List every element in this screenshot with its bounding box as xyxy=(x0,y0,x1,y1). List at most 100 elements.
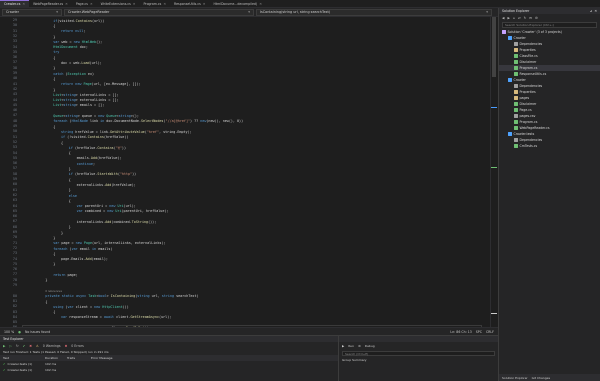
code-area[interactable]: if(visited.Contains(url)){return null;} v… xyxy=(22,17,482,327)
editor-vertical-scrollbar[interactable] xyxy=(490,17,498,327)
code-text: List<string> internalLinks = []; xyxy=(53,92,119,97)
cursor-position: Ln: 86 Ch: 13 xyxy=(450,329,472,334)
code-text: try xyxy=(53,50,60,55)
table-row[interactable]: ✔ Crawler.tests (1) 102 ms xyxy=(0,367,338,373)
tab-3[interactable]: WriteExtensions.cs ✕ xyxy=(97,0,140,8)
tree-item[interactable]: CmTests.cs xyxy=(499,143,600,149)
collapse-all-icon[interactable]: ⊟ xyxy=(529,16,532,20)
codelens-references[interactable]: 0 references xyxy=(45,289,62,293)
tab-run[interactable]: Run xyxy=(348,344,354,348)
run-icon[interactable]: ▷ xyxy=(9,344,11,348)
line-number: 68 xyxy=(12,224,17,229)
type-dropdown[interactable]: Crawler.WebPageReader ▾ xyxy=(64,8,254,16)
errors-count[interactable]: 0 Errors xyxy=(71,344,83,348)
type-dropdown-label: Crawler.WebPageReader xyxy=(68,10,110,14)
tree-item-label: Crawler xyxy=(513,36,526,40)
bug-icon: ⚙ xyxy=(358,343,361,348)
code-text: { xyxy=(68,198,71,203)
tab-debug[interactable]: Debug xyxy=(365,344,375,348)
tab-solution-explorer[interactable]: Solution Explorer xyxy=(502,376,528,380)
file-icon xyxy=(514,66,518,70)
scrollbar-thumb[interactable] xyxy=(492,17,496,77)
code-text: emails.Add(hrefValue); xyxy=(76,156,122,161)
zoom-level[interactable]: 100 % xyxy=(4,330,14,334)
line-number: 65 xyxy=(12,208,17,213)
failed-filter-icon[interactable]: ✖ xyxy=(29,344,32,348)
run-all-icon[interactable]: ▶ xyxy=(3,344,5,348)
close-icon[interactable]: ✕ xyxy=(133,2,136,6)
test-duration: 102 ms xyxy=(45,368,57,372)
tab-label: WebPageReader.cs xyxy=(33,1,64,6)
tab-4[interactable]: Program.cs ✕ xyxy=(139,0,170,8)
code-text: { xyxy=(61,140,64,145)
line-number: 75 xyxy=(12,261,17,266)
home-icon[interactable]: ⌂ xyxy=(513,16,515,20)
tree-item-label: ResponseUtils.cs xyxy=(519,72,547,76)
tab-0[interactable]: Crawler.cs ✕ xyxy=(0,0,30,8)
file-icon xyxy=(508,78,512,82)
line-number: 37 xyxy=(12,60,17,65)
code-text: } xyxy=(61,230,64,235)
warnings-count[interactable]: 0 Warnings xyxy=(43,344,61,348)
detail-tabs: ▶ Run ⚙ Debug xyxy=(339,342,498,349)
tab-6[interactable]: HtmlDocume...decompiled) ✕ xyxy=(209,0,265,8)
column-duration[interactable]: Duration xyxy=(45,356,67,360)
test-name: Crawler.tests (1) xyxy=(7,368,33,372)
refresh-icon[interactable]: ↻ xyxy=(16,344,19,348)
scroll-marker xyxy=(491,107,497,108)
line-number: 55 xyxy=(12,155,17,160)
project-dropdown[interactable]: Crawler ▾ xyxy=(2,8,62,16)
tab-2[interactable]: Page.cs ✕ xyxy=(72,0,97,8)
detail-search-input[interactable]: Search (Ctrl+E) xyxy=(342,351,495,356)
sync-icon[interactable]: ⇄ xyxy=(518,16,521,20)
column-traits[interactable]: Traits xyxy=(67,356,91,360)
code-editor[interactable]: 29 30 31 32 33 34 35 36 37 38 39 40 41 42 43 44 45 46 47 48… xyxy=(0,17,498,327)
pin-icon[interactable]: ⊿ xyxy=(590,9,593,13)
line-number: 32 xyxy=(12,33,17,38)
back-icon[interactable]: ◀ xyxy=(502,16,504,20)
close-icon[interactable]: ✕ xyxy=(594,9,597,13)
code-text: { xyxy=(68,151,71,156)
solution-search-input[interactable]: Search Solution Explorer (Ctrl+;) xyxy=(502,22,597,28)
tree-item-label: Properties xyxy=(519,90,536,94)
forward-icon[interactable]: ▶ xyxy=(507,16,509,20)
line-ending-indicator[interactable]: CRLF xyxy=(486,330,494,334)
tab-label: WriteExtensions.cs xyxy=(100,1,131,6)
refresh-icon[interactable]: ↻ xyxy=(524,16,527,20)
line-number: 49 xyxy=(12,124,17,128)
passed-filter-icon[interactable]: ✔ xyxy=(23,344,26,348)
close-icon[interactable]: ✕ xyxy=(65,2,68,6)
line-number: 42 xyxy=(12,86,17,91)
issues-indicator[interactable]: No issues found xyxy=(25,330,50,334)
tab-1[interactable]: WebPageReader.cs ✕ xyxy=(29,0,72,8)
column-error-message[interactable]: Error Message xyxy=(91,356,151,360)
file-icon xyxy=(502,30,506,34)
tab-5[interactable]: ResponseUtils.cs ✕ xyxy=(170,0,209,8)
tab-label: HtmlDocume...decompiled) xyxy=(213,1,258,6)
close-icon[interactable]: ✕ xyxy=(90,2,93,6)
tree-item-label: Dependencies xyxy=(519,138,543,142)
code-text: page.Emails.Add(email); xyxy=(61,257,108,262)
line-number: 36 xyxy=(12,55,17,60)
settings-icon[interactable]: ⚙ xyxy=(535,16,538,20)
test-explorer-panel: Test Explorer ▶ ▷ ↻ ✔ ✖ ⚠ 0 Warnings ✖ 0… xyxy=(0,335,338,381)
close-icon[interactable]: ✕ xyxy=(22,2,25,6)
tab-label: Page.cs xyxy=(75,1,88,6)
column-test[interactable]: Test xyxy=(3,356,45,360)
file-icon xyxy=(514,84,518,88)
member-dropdown[interactable]: IsContaining(string url, string searchTe… xyxy=(256,8,492,16)
close-icon[interactable]: ✕ xyxy=(203,2,206,6)
play-icon: ▶ xyxy=(342,343,345,348)
close-icon[interactable]: ✕ xyxy=(259,2,262,6)
line-number: 30 xyxy=(12,23,17,28)
code-text: if (!visited.Contains(hrefValue)) xyxy=(61,135,129,140)
whitespace-indicator[interactable]: SPC xyxy=(476,330,482,334)
line-number: 58 xyxy=(12,171,17,176)
code-text: return null; xyxy=(61,29,86,34)
line-number: 48 xyxy=(12,118,17,123)
test-detail-panel: ▶ Run ⚙ Debug Search (Ctrl+E) Group Summ… xyxy=(338,335,498,381)
close-icon[interactable]: ✕ xyxy=(163,2,166,6)
tab-git-changes[interactable]: Git Changes xyxy=(532,376,550,380)
code-text: } xyxy=(68,225,71,230)
line-number: 66 xyxy=(12,214,17,219)
